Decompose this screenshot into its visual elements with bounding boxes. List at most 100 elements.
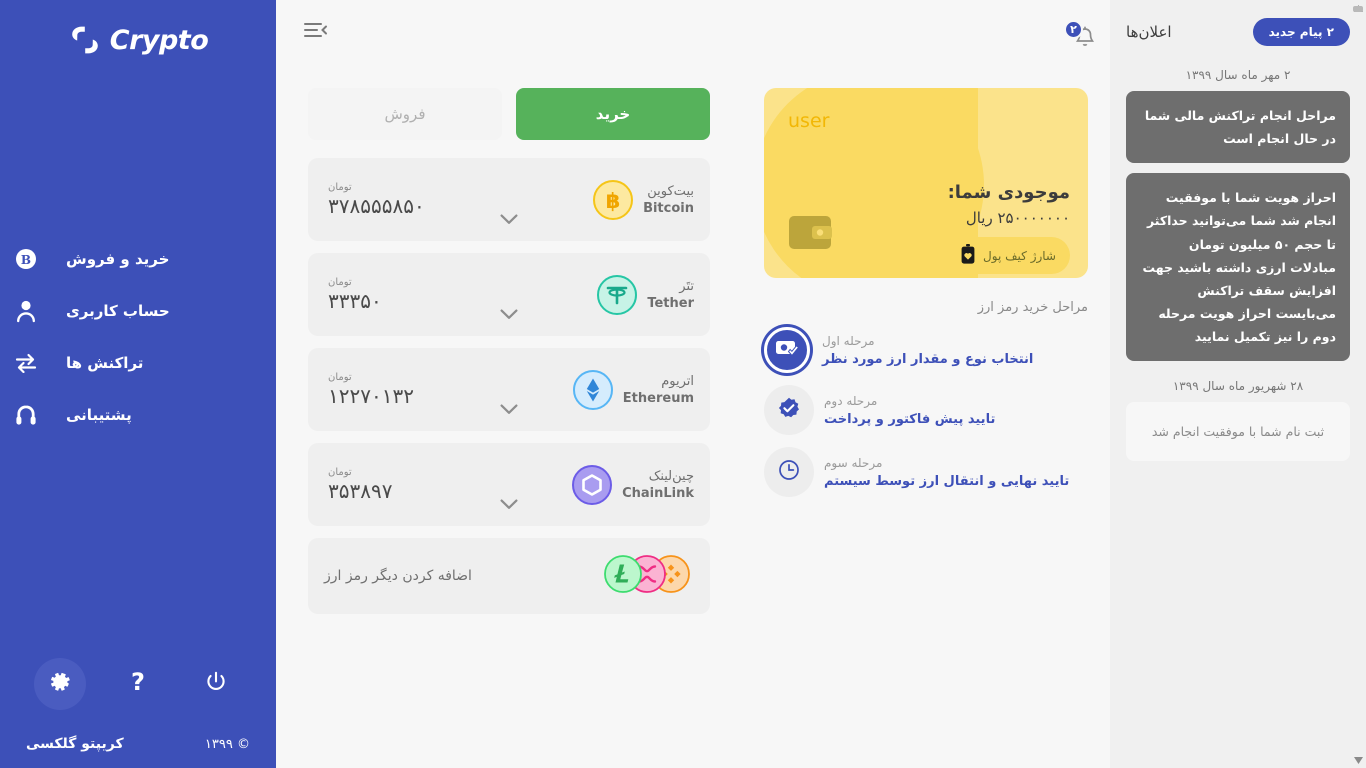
scroll-down-arrow-icon[interactable] (1350, 752, 1366, 768)
step-icon-circle[interactable] (764, 385, 814, 435)
notification-count-badge: ۲ (1064, 20, 1083, 39)
hamburger-collapse-icon[interactable] (302, 20, 328, 44)
announcements-header: اعلان‌ها ۲ پیام جدید (1126, 14, 1350, 50)
announcement-message[interactable]: احراز هویت شما با موفقیت انجام شد شما می… (1126, 173, 1350, 362)
gear-icon (48, 670, 72, 698)
question-mark-icon: ? (126, 668, 150, 699)
coin-list: بیت‌کوین Bitcoin ฿ تومان (308, 158, 710, 614)
chevron-down-icon[interactable] (500, 305, 518, 324)
bitcoin-icon: ฿ (593, 179, 634, 220)
wallet-icon (788, 212, 832, 256)
coin-price: ۳۵۳۸۹۷ (328, 478, 393, 503)
wallet-balance-title: موجودی شما: (947, 182, 1070, 203)
coin-row-chainlink[interactable]: چین‌لینک ChainLink تومان (308, 443, 710, 526)
step-icon-circle[interactable] (764, 447, 814, 497)
svg-text:?: ? (131, 669, 145, 695)
new-messages-badge[interactable]: ۲ پیام جدید (1252, 18, 1350, 46)
card-check-icon (775, 338, 800, 362)
coin-names: اتریوم Ethereum (623, 374, 694, 406)
sidebar-footer: © ۱۳۹۹ کریپتو گلکسی (0, 736, 276, 752)
coin-name-en: ChainLink (622, 485, 694, 501)
help-button[interactable]: ? (112, 658, 164, 710)
scrollbar-thumb[interactable] (1353, 6, 1363, 12)
sidebar-item-transactions[interactable]: تراکنش ها (0, 346, 248, 380)
steps-list: مرحله اول انتخاب نوع و مقدار ارز مورد نظ… (764, 327, 1088, 497)
sidebar: Crypto خرید و فروش B حساب کاربری تراکنش … (0, 0, 276, 768)
step-item[interactable]: مرحله دوم تایید پیش فاکتور و پرداخت (764, 385, 1088, 435)
coin-price-block: تومان ۱۲۲۷۰۱۳۲ (324, 372, 573, 408)
tab-buy[interactable]: خرید (516, 88, 710, 140)
chevron-down-icon[interactable] (500, 495, 518, 514)
step-text: مرحله دوم تایید پیش فاکتور و پرداخت (824, 394, 1088, 427)
badge-check-icon (778, 397, 800, 423)
step-item[interactable]: مرحله سوم تایید نهایی و انتقال ارز توسط … (764, 447, 1088, 497)
sidebar-item-buy-sell[interactable]: خرید و فروش B (0, 242, 248, 276)
coin-unit-label: تومان (328, 181, 352, 193)
sidebar-nav: خرید و فروش B حساب کاربری تراکنش ها پشتی… (0, 242, 276, 432)
step-description: انتخاب نوع و مقدار ارز مورد نظر (822, 351, 1034, 367)
coin-name-en: Ethereum (622, 390, 694, 406)
add-other-crypto-row[interactable]: اضافه کردن دیگر رمز ارز (308, 538, 710, 614)
coin-price-block: تومان ۳۵۳۸۹۷ (324, 467, 572, 503)
step-item[interactable]: مرحله اول انتخاب نوع و مقدار ارز مورد نظ… (764, 327, 1088, 373)
coin-row-ethereum[interactable]: اتریوم Ethereum تومان ۱۲۲۷۰۱۳۲ (308, 348, 710, 431)
announcements-title: اعلان‌ها (1126, 23, 1172, 41)
svg-text:B: B (21, 253, 31, 267)
announcement-message[interactable]: مراحل انجام تراکنش مالی شما در حال انجام… (1126, 91, 1350, 164)
step-label: مرحله دوم (824, 393, 878, 408)
sidebar-item-label: پشتیبانی (66, 406, 132, 424)
charge-wallet-button[interactable]: شارژ کیف پول (947, 237, 1070, 274)
coin-names: بیت‌کوین Bitcoin (643, 184, 694, 216)
coin-price: ۱۲۲۷۰۱۳۲ (328, 383, 414, 408)
coin-unit-label: تومان (328, 276, 352, 288)
coin-unit-label: تومان (328, 466, 352, 478)
coin-identity: چین‌لینک ChainLink (572, 464, 694, 505)
page-scrollbar[interactable] (1350, 0, 1366, 768)
sidebar-actions: ? (0, 658, 276, 710)
power-icon (204, 670, 228, 698)
coin-identity: بیت‌کوین Bitcoin ฿ (593, 179, 694, 220)
sidebar-item-label: تراکنش ها (66, 354, 144, 372)
add-crypto-icon-group (604, 555, 690, 597)
sidebar-bottom: ? © ۱۳۹۹ کریپتو گلکسی (0, 658, 276, 768)
brand[interactable]: Crypto (68, 20, 209, 60)
sidebar-item-support[interactable]: پشتیبانی (0, 398, 248, 432)
coin-row-tether[interactable]: تتَر Tether تومان ۳۳۳۵۰ (308, 253, 710, 336)
tether-icon (597, 274, 638, 315)
coin-row-bitcoin[interactable]: بیت‌کوین Bitcoin ฿ تومان (308, 158, 710, 241)
app-root: اعلان‌ها ۲ پیام جدید ۲ مهر ماه سال ۱۳۹۹ … (0, 0, 1366, 768)
chevron-down-icon[interactable] (500, 210, 518, 229)
step-label: مرحله سوم (824, 455, 883, 470)
coin-name-en: Tether (647, 295, 694, 311)
coin-names: چین‌لینک ChainLink (622, 469, 694, 501)
power-button[interactable] (190, 658, 242, 710)
coin-price: ۳۷۸۵۵۵۸۵۰ (328, 193, 425, 218)
coin-name-fa: بیت‌کوین (647, 183, 694, 199)
crypto-logo-icon (68, 25, 102, 55)
settings-button[interactable] (34, 658, 86, 710)
trade-tabs: خرید فروش (308, 88, 710, 140)
copyright-text: © ۱۳۹۹ (204, 736, 250, 752)
notifications-button[interactable]: ۲ (1048, 12, 1095, 52)
wallet-balance-block: موجودی شما: ۲۵۰۰۰۰۰۰۰ ریال شارژ کیف پول (947, 182, 1070, 274)
announcement-date: ۲۸ شهریور ماه سال ۱۳۹۹ (1172, 379, 1304, 394)
coin-name-fa: تتَر (679, 278, 694, 294)
battery-heart-icon (961, 244, 975, 267)
chevron-down-icon[interactable] (500, 400, 518, 419)
topbar: ۲ (276, 0, 1110, 64)
step-description: تایید پیش فاکتور و پرداخت (824, 411, 996, 427)
company-name: کریپتو گلکسی (26, 736, 124, 752)
chainlink-icon (572, 464, 613, 505)
wallet-username: user (788, 110, 830, 132)
coin-identity: اتریوم Ethereum (572, 369, 694, 410)
trade-column: خرید فروش بیت‌کوین Bitcoin (276, 64, 750, 614)
announcement-message[interactable]: ثبت نام شما با موفقیت انجام شد (1126, 402, 1350, 462)
sidebar-item-account[interactable]: حساب کاربری (0, 294, 248, 328)
tab-sell[interactable]: فروش (308, 88, 502, 140)
main-content: ۲ user موجودی شما: ۲۵۰۰۰۰۰۰۰ ریال شارژ ک… (276, 0, 1110, 768)
transfer-arrows-icon (0, 353, 52, 373)
charge-wallet-label: شارژ کیف پول (983, 248, 1056, 263)
coin-identity: تتَر Tether (597, 274, 694, 315)
coin-name-en: Bitcoin (643, 200, 694, 216)
step-icon-circle[interactable] (764, 327, 810, 373)
